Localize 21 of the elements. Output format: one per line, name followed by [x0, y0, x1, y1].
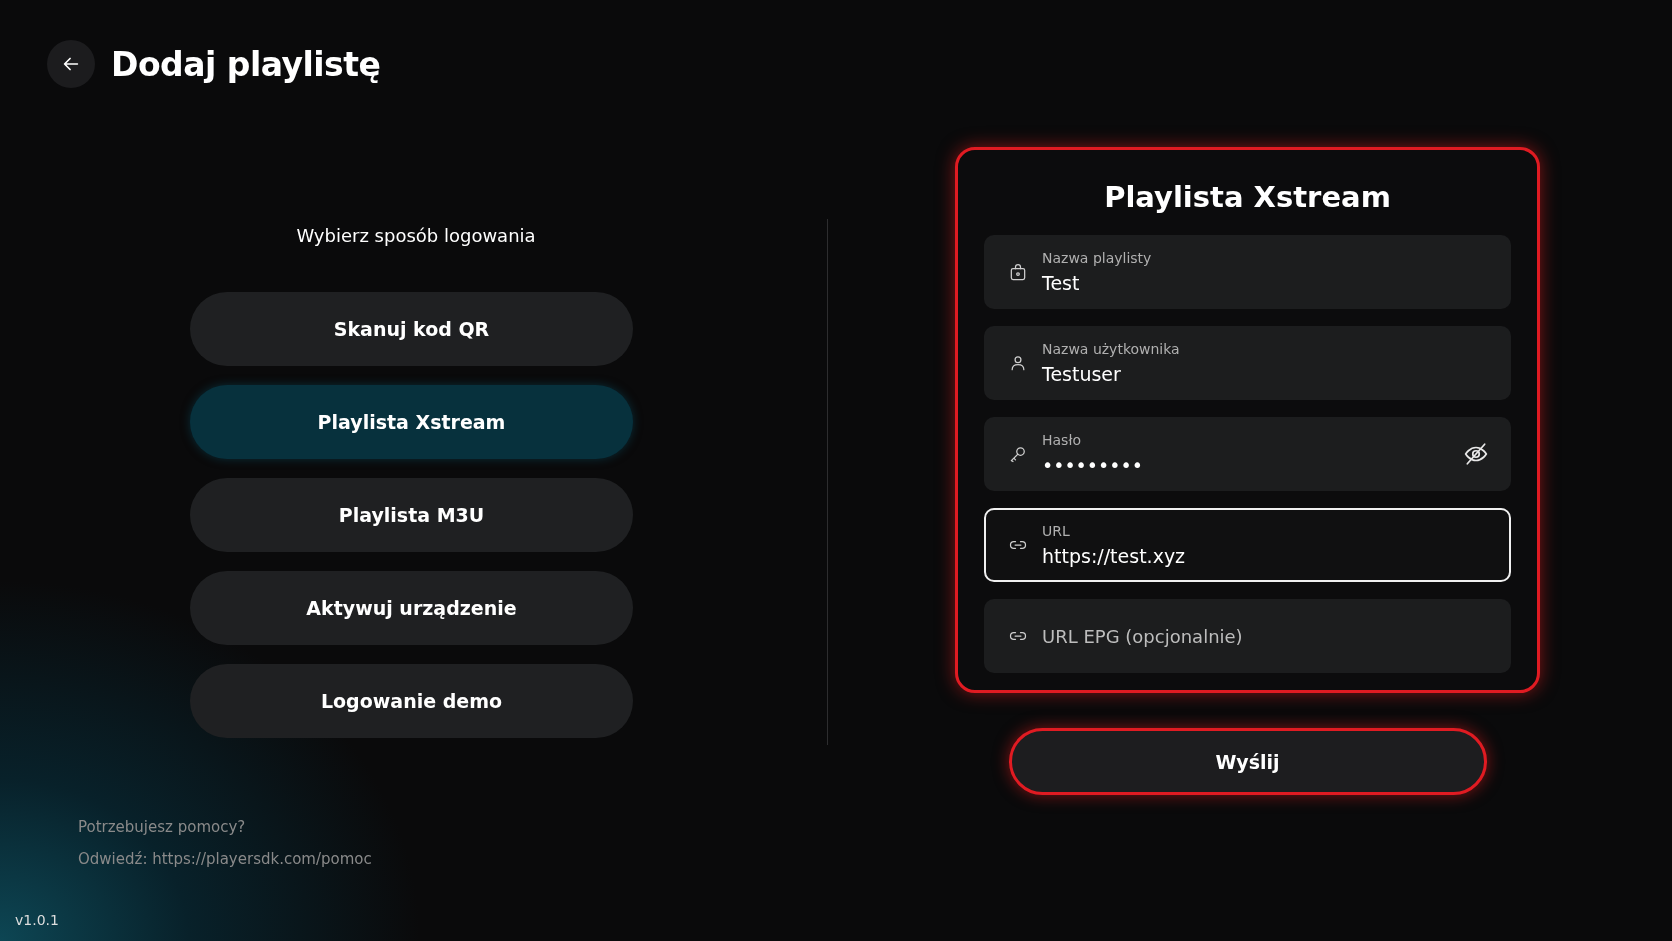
input-field[interactable]: URL EPG (opcjonalnie) [984, 599, 1511, 673]
page-title: Dodaj playlistę [111, 44, 381, 84]
back-button[interactable] [47, 40, 95, 88]
input-field[interactable]: Nazwa użytkownika Testuser [984, 326, 1511, 400]
login-method-button[interactable]: Aktywuj urządzenie [190, 571, 633, 645]
input-field[interactable]: URL https://test.xyz [984, 508, 1511, 582]
login-method-button[interactable]: Logowanie demo [190, 664, 633, 738]
help-text: Potrzebujesz pomocy? [78, 818, 247, 836]
key-icon [1008, 444, 1028, 464]
input-field[interactable]: Nazwa playlisty Test [984, 235, 1511, 309]
login-method-button[interactable]: Playlista M3U [190, 478, 633, 552]
login-method-button[interactable]: Playlista Xstream [190, 385, 633, 459]
section-heading: Wybierz sposób logowania [296, 225, 536, 246]
bag-icon [1008, 262, 1028, 282]
help-text: Odwiedź: https://playersdk.com/pomoc [78, 850, 373, 868]
input-field[interactable]: Hasło ••••••••• [984, 417, 1511, 491]
version-label: v1.0.1 [15, 912, 59, 928]
login-method-button[interactable]: Skanuj kod QR [190, 292, 633, 366]
form-title: Playlista Xstream [1103, 180, 1392, 214]
submit-button[interactable]: Wyślij [1008, 728, 1487, 795]
eye-off-icon[interactable] [1463, 441, 1489, 467]
